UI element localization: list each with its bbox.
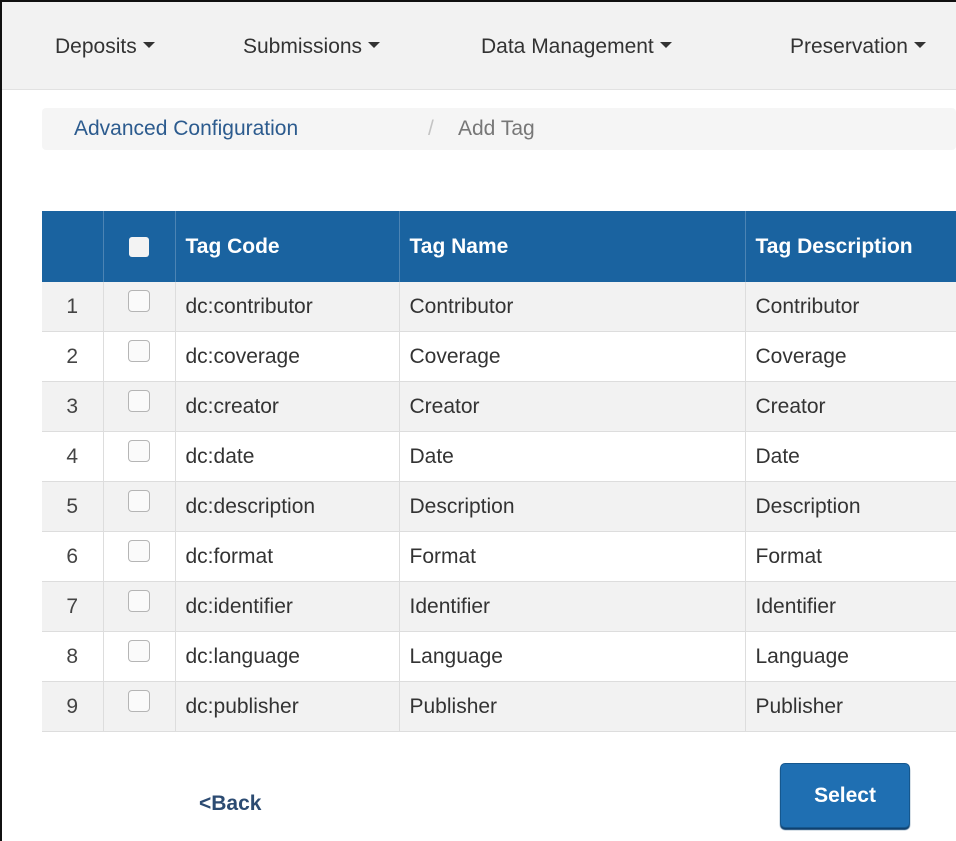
row-checkbox[interactable]: [103, 531, 176, 582]
caret-down-icon: [368, 42, 381, 49]
caret-down-icon: [142, 42, 155, 49]
nav-deposits-label: Deposits: [55, 35, 137, 58]
nav-deposits[interactable]: Deposits: [55, 34, 155, 60]
table-row[interactable]: 4 dc:date Date Date: [42, 431, 956, 482]
tag-description-cell: Description: [745, 481, 956, 532]
tag-description-cell: Date: [745, 431, 956, 482]
tag-description-cell: Format: [745, 531, 956, 582]
tag-name-cell: Contributor: [399, 282, 746, 332]
tag-description-cell: Language: [745, 631, 956, 682]
table-row[interactable]: 3 dc:creator Creator Creator: [42, 381, 956, 432]
row-checkbox[interactable]: [103, 381, 176, 432]
select-all-checkbox[interactable]: [103, 211, 176, 282]
row-number-header: [42, 211, 104, 282]
tag-description-cell: Contributor: [745, 282, 956, 332]
back-link[interactable]: <Back: [199, 792, 261, 816]
tag-name-cell: Publisher: [399, 681, 746, 732]
table-row[interactable]: 5 dc:description Description Description: [42, 481, 956, 532]
checkbox-icon: [128, 339, 150, 362]
window-frame-left: [0, 0, 2, 841]
tag-description-cell: Identifier: [745, 581, 956, 632]
table-row[interactable]: 6 dc:format Format Format: [42, 531, 956, 582]
checkbox-icon: [128, 689, 150, 712]
table-header-row: Tag Code Tag Name Tag Description: [42, 211, 956, 282]
checkbox-icon: [128, 639, 150, 662]
tag-code-cell: dc:creator: [175, 381, 400, 432]
column-header-tag-code[interactable]: Tag Code: [175, 211, 400, 282]
row-number: 2: [42, 331, 104, 382]
nav-preservation[interactable]: Preservation: [790, 34, 926, 60]
nav-data-management[interactable]: Data Management: [481, 34, 672, 60]
table-row[interactable]: 8 dc:language Language Language: [42, 631, 956, 682]
tag-name-cell: Description: [399, 481, 746, 532]
table-row[interactable]: 1 dc:contributor Contributor Contributor: [42, 282, 956, 332]
top-navbar: Deposits Submissions Data Management Pre…: [2, 2, 956, 90]
row-checkbox[interactable]: [103, 331, 176, 382]
breadcrumb: Advanced Configuration / Add Tag: [42, 108, 956, 150]
select-button[interactable]: Select: [780, 763, 910, 828]
row-number: 6: [42, 531, 104, 582]
column-header-tag-name[interactable]: Tag Name: [399, 211, 746, 282]
breadcrumb-separator: /: [428, 117, 434, 140]
tag-code-cell: dc:date: [175, 431, 400, 482]
row-checkbox[interactable]: [103, 481, 176, 532]
row-number: 4: [42, 431, 104, 482]
tag-code-cell: dc:publisher: [175, 681, 400, 732]
tag-code-cell: dc:coverage: [175, 331, 400, 382]
tag-code-cell: dc:contributor: [175, 282, 400, 332]
tag-code-cell: dc:language: [175, 631, 400, 682]
nav-submissions[interactable]: Submissions: [243, 34, 381, 60]
caret-down-icon: [659, 42, 672, 49]
row-number: 8: [42, 631, 104, 682]
table-row[interactable]: 9 dc:publisher Publisher Publisher: [42, 681, 956, 732]
tag-name-cell: Identifier: [399, 581, 746, 632]
tag-name-cell: Date: [399, 431, 746, 482]
row-checkbox[interactable]: [103, 631, 176, 682]
nav-data-management-label: Data Management: [481, 35, 654, 58]
row-number: 1: [42, 282, 104, 332]
table-row[interactable]: 2 dc:coverage Coverage Coverage: [42, 331, 956, 382]
row-checkbox[interactable]: [103, 431, 176, 482]
table-row[interactable]: 7 dc:identifier Identifier Identifier: [42, 581, 956, 632]
checkbox-icon: [128, 289, 150, 312]
breadcrumb-advanced-configuration[interactable]: Advanced Configuration: [74, 108, 298, 150]
row-number: 5: [42, 481, 104, 532]
checkbox-icon: [129, 236, 149, 257]
breadcrumb-current: Add Tag: [458, 117, 535, 140]
row-checkbox[interactable]: [103, 282, 176, 332]
tag-description-cell: Publisher: [745, 681, 956, 732]
tag-code-cell: dc:description: [175, 481, 400, 532]
checkbox-icon: [128, 439, 150, 462]
tag-name-cell: Format: [399, 531, 746, 582]
checkbox-icon: [128, 589, 150, 612]
checkbox-icon: [128, 489, 150, 512]
row-checkbox[interactable]: [103, 581, 176, 632]
row-number: 9: [42, 681, 104, 732]
checkbox-icon: [128, 389, 150, 412]
row-checkbox[interactable]: [103, 681, 176, 732]
caret-down-icon: [913, 42, 926, 49]
checkbox-icon: [128, 539, 150, 562]
tags-table: Tag Code Tag Name Tag Description 1 dc:c…: [42, 211, 956, 732]
column-header-tag-description[interactable]: Tag Description: [745, 211, 956, 282]
tag-name-cell: Creator: [399, 381, 746, 432]
nav-preservation-label: Preservation: [790, 35, 908, 58]
tag-code-cell: dc:format: [175, 531, 400, 582]
tag-name-cell: Coverage: [399, 331, 746, 382]
nav-submissions-label: Submissions: [243, 35, 363, 58]
tag-code-cell: dc:identifier: [175, 581, 400, 632]
tag-name-cell: Language: [399, 631, 746, 682]
tag-description-cell: Creator: [745, 381, 956, 432]
row-number: 3: [42, 381, 104, 432]
tag-description-cell: Coverage: [745, 331, 956, 382]
row-number: 7: [42, 581, 104, 632]
